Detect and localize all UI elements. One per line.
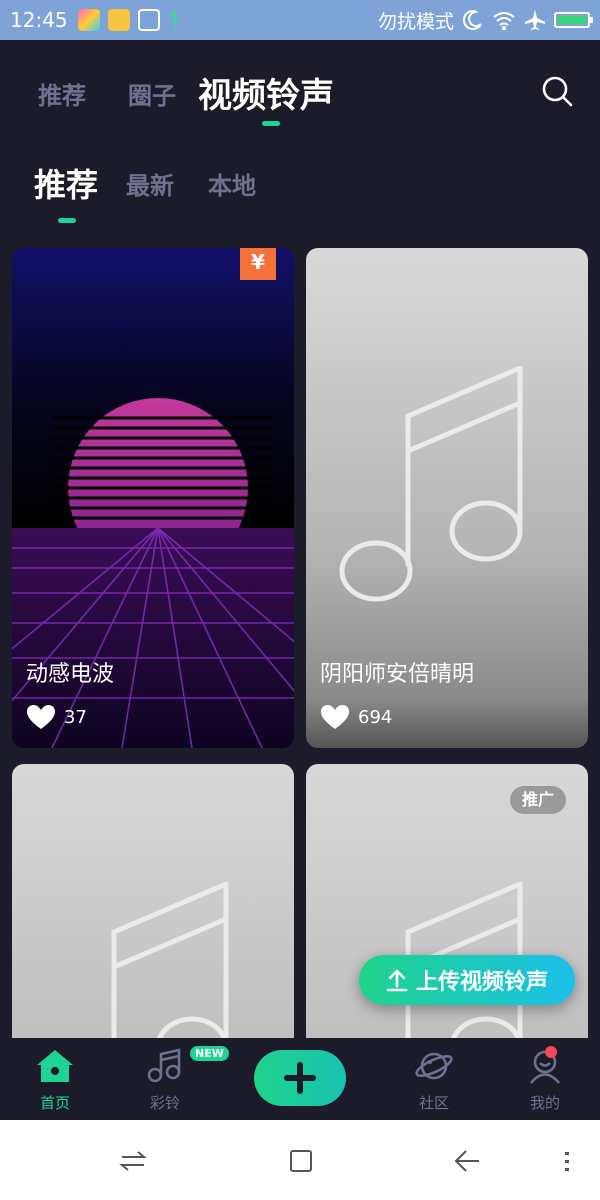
upload-video-ringtone-button[interactable]: 上传视频铃声: [359, 955, 575, 1005]
heart-icon[interactable]: [26, 704, 56, 730]
like-count: 694: [358, 706, 393, 728]
new-badge: NEW: [190, 1046, 229, 1061]
music-note-placeholder-icon: [339, 366, 523, 602]
home-square-icon[interactable]: [286, 1146, 316, 1176]
subtab-recommend[interactable]: 推荐: [34, 160, 98, 206]
planet-icon: [415, 1052, 453, 1080]
nav-label: 彩铃: [149, 1094, 180, 1112]
music-note-placeholder-icon: [111, 882, 229, 1038]
search-icon[interactable]: [540, 74, 574, 108]
airplane-icon: [525, 10, 545, 30]
ringtone-card[interactable]: 阴阳师安倍晴明 694: [306, 248, 588, 748]
subtab-latest[interactable]: 最新: [126, 166, 174, 201]
tab-recommend[interactable]: 推荐: [38, 76, 86, 111]
nav-profile[interactable]: 我的: [505, 1048, 585, 1113]
card-likes: 694: [320, 704, 392, 730]
paid-badge: ¥: [240, 248, 276, 280]
nav-label: 我的: [529, 1094, 560, 1112]
promo-badge: 推广: [509, 786, 566, 814]
ringtone-card[interactable]: ¥ 动感电波 37: [12, 248, 294, 748]
moon-icon: [462, 10, 482, 31]
nav-label: 首页: [39, 1094, 70, 1112]
top-tab-bar: 推荐 圈子 视频铃声: [0, 40, 600, 140]
ringtone-grid: ¥ 动感电波 37 阴阳师安倍晴明 694 推广: [0, 248, 600, 1038]
dnd-label: 勿扰模式: [377, 10, 454, 33]
create-button[interactable]: [254, 1050, 346, 1106]
active-tab-indicator: [262, 121, 280, 126]
card-title: 阴阳师安倍晴明: [320, 662, 475, 687]
battery-icon: [554, 12, 593, 28]
status-bar: 12:45 勿扰模式: [0, 0, 600, 40]
like-count: 37: [64, 706, 87, 728]
back-icon[interactable]: [452, 1146, 482, 1176]
bottom-nav: 首页 彩铃 NEW 社区 我的: [0, 1038, 600, 1120]
card-likes: 37: [26, 704, 87, 730]
cleaner-icon: [137, 9, 160, 31]
usb-icon: [168, 9, 182, 31]
home-icon: [37, 1050, 73, 1082]
ringtone-card[interactable]: [12, 764, 294, 1038]
active-subtab-indicator: [58, 218, 76, 223]
switch-apps-icon[interactable]: [118, 1146, 148, 1176]
plus-icon: [284, 1062, 316, 1094]
folder-icon: [107, 9, 130, 31]
upload-button-label: 上传视频铃声: [415, 970, 548, 995]
heart-icon[interactable]: [320, 704, 350, 730]
card-title: 动感电波: [26, 662, 115, 687]
tab-video-ringtone[interactable]: 视频铃声: [198, 68, 334, 117]
system-nav-bar: [0, 1120, 600, 1200]
status-time: 12:45: [10, 8, 68, 32]
nav-label: 社区: [418, 1094, 449, 1112]
wifi-icon: [493, 12, 515, 30]
nav-home[interactable]: 首页: [15, 1048, 95, 1113]
upload-icon: [386, 969, 408, 992]
app-icon: [77, 9, 100, 31]
menu-icon[interactable]: [552, 1146, 582, 1176]
sub-tab-bar: 推荐 最新 本地: [0, 150, 600, 230]
subtab-local[interactable]: 本地: [208, 166, 256, 201]
music-note-icon: [147, 1048, 181, 1083]
nav-community[interactable]: 社区: [394, 1048, 474, 1113]
notification-dot: [545, 1046, 557, 1058]
tab-circle[interactable]: 圈子: [128, 76, 176, 111]
